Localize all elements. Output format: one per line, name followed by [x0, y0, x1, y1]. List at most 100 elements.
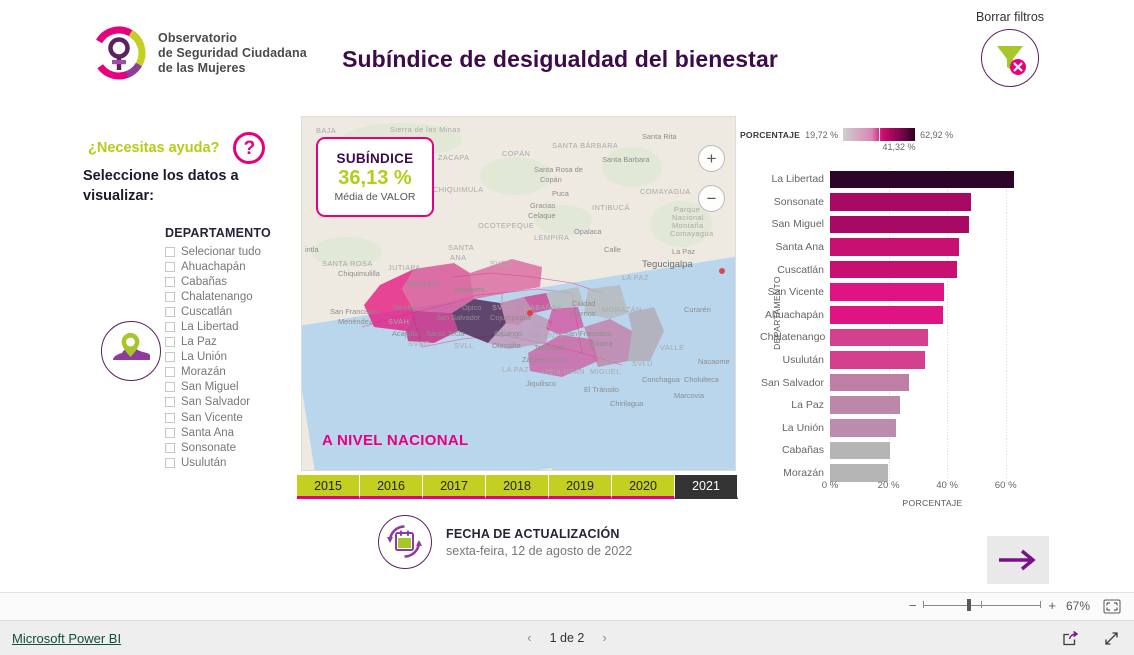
next-page-button-footer[interactable]: › — [602, 630, 606, 645]
department-item[interactable]: Morazán — [165, 365, 290, 380]
checkbox-icon[interactable] — [165, 306, 175, 317]
help-question-icon[interactable]: ? — [233, 132, 266, 164]
map-zoom-in-button[interactable]: + — [698, 145, 725, 172]
department-item-label: Santa Ana — [181, 426, 235, 439]
chart-bar[interactable] — [830, 283, 945, 301]
chart-bar-row[interactable]: Usulután — [760, 348, 1035, 372]
chart-bar[interactable] — [830, 306, 944, 324]
chart-x-tick: 20 % — [877, 480, 900, 491]
chart-bar-row[interactable]: Chalatenango — [760, 326, 1035, 349]
checkbox-icon[interactable] — [165, 427, 175, 438]
department-item[interactable]: Ahuachapán — [165, 259, 290, 274]
department-item[interactable]: La Paz — [165, 335, 290, 350]
map-label: Olocuilta — [492, 341, 521, 350]
department-item[interactable]: San Miguel — [165, 380, 290, 395]
chart-bar-row[interactable]: La Unión — [760, 416, 1035, 440]
department-item[interactable]: La Unión — [165, 350, 290, 365]
checkbox-icon[interactable] — [165, 337, 175, 348]
chart-bar[interactable] — [830, 396, 900, 414]
department-item[interactable]: Cuscatlán — [165, 304, 290, 319]
checkbox-icon[interactable] — [165, 291, 175, 302]
checkbox-icon[interactable] — [165, 322, 175, 333]
department-item[interactable]: Sonsonate — [165, 440, 290, 455]
department-item[interactable]: La Libertad — [165, 319, 290, 334]
chart-bar-row[interactable]: La Libertad — [760, 168, 1035, 191]
chart-bar-rows[interactable]: La Libertad Sonsonate San Miguel Santa Ana C… — [760, 168, 1035, 485]
chart-bar[interactable] — [830, 193, 972, 211]
zoom-in-button[interactable]: + — [1048, 599, 1056, 612]
chart-bar[interactable] — [830, 328, 929, 347]
year-tab-2020[interactable]: 2020 — [612, 475, 675, 499]
checkbox-icon[interactable] — [165, 397, 175, 408]
map-zoom-out-button[interactable]: − — [698, 185, 725, 212]
chart-bar-row[interactable]: San Miguel — [760, 213, 1035, 236]
checkbox-icon[interactable] — [165, 442, 175, 453]
percentage-bar-chart[interactable]: PORCENTAJE 19,72 % 62,92 % 41,32 % DEPAR… — [740, 128, 1035, 518]
next-page-button[interactable] — [987, 536, 1049, 584]
checkbox-icon[interactable] — [165, 412, 175, 423]
chart-bar-row[interactable]: San Salvador — [760, 371, 1035, 394]
year-tab-2016[interactable]: 2016 — [360, 475, 423, 499]
fullscreen-button[interactable] — [1103, 630, 1120, 652]
fit-to-page-button[interactable] — [1103, 599, 1121, 619]
department-item[interactable]: Selecionar tudo — [165, 244, 290, 259]
clear-filters-control[interactable]: Borrar filtros — [955, 10, 1065, 87]
year-tab-2017[interactable]: 2017 — [423, 475, 486, 499]
checkbox-icon[interactable] — [165, 246, 175, 257]
chart-bar[interactable] — [830, 351, 926, 369]
department-item-label: San Salvador — [181, 396, 251, 409]
chart-bar[interactable] — [830, 441, 891, 460]
chart-bar[interactable] — [830, 260, 957, 279]
year-tab-2018[interactable]: 2018 — [486, 475, 549, 499]
fullscreen-icon — [1105, 632, 1118, 645]
chart-category-label: Chalatenango — [760, 331, 826, 344]
footer-action-icons[interactable] — [1062, 630, 1120, 652]
year-tab-2015[interactable]: 2015 — [297, 475, 360, 499]
department-item[interactable]: San Salvador — [165, 395, 290, 410]
checkbox-icon[interactable] — [165, 367, 175, 378]
chart-bar[interactable] — [830, 373, 910, 392]
chart-bar[interactable] — [830, 238, 960, 256]
chart-bar-track — [830, 213, 1035, 236]
chart-bar[interactable] — [830, 215, 970, 234]
department-item[interactable]: San Vicente — [165, 410, 290, 425]
chart-bar-row[interactable]: Ahuachapán — [760, 303, 1035, 327]
zoom-out-button[interactable]: − — [909, 599, 917, 612]
clear-filters-button[interactable] — [981, 29, 1039, 87]
chart-bar-track — [830, 416, 1035, 440]
department-checkbox-list[interactable]: Selecionar tudo Ahuachapán Cabañas Chalaten… — [165, 244, 290, 470]
department-item[interactable]: Chalatenango — [165, 289, 290, 304]
map-label: Calle — [604, 245, 621, 254]
department-item[interactable]: Santa Ana — [165, 425, 290, 440]
checkbox-icon[interactable] — [165, 382, 175, 393]
year-slicer[interactable]: 2015 2016 2017 2018 2019 2020 2021 — [297, 475, 738, 499]
page-navigation[interactable]: ‹ 1 de 2 › — [527, 630, 606, 645]
help-control[interactable]: ¿Necesitas ayuda? ? — [88, 132, 266, 164]
share-button[interactable] — [1062, 630, 1079, 652]
chart-bar-row[interactable]: Cabañas — [760, 439, 1035, 462]
checkbox-icon[interactable] — [165, 352, 175, 363]
power-bi-link[interactable]: Microsoft Power BI — [12, 631, 121, 646]
zoom-control[interactable]: − + — [909, 597, 1056, 613]
zoom-slider-handle[interactable] — [967, 599, 972, 611]
chart-bar[interactable] — [830, 419, 897, 437]
chart-bar[interactable] — [830, 170, 1015, 188]
department-item[interactable]: Usulután — [165, 455, 290, 470]
chart-bar-row[interactable]: San Vicente — [760, 280, 1035, 304]
chart-bar-row[interactable]: Santa Ana — [760, 235, 1035, 259]
department-item-label: La Unión — [181, 351, 228, 364]
previous-page-button[interactable]: ‹ — [527, 630, 531, 645]
year-tab-2019[interactable]: 2019 — [549, 475, 612, 499]
year-tab-2021[interactable]: 2021 — [675, 475, 738, 499]
checkbox-icon[interactable] — [165, 261, 175, 272]
department-item[interactable]: Cabañas — [165, 274, 290, 289]
map-visual[interactable]: BAJA Sierra de las Minas ZACAPA COPÁN SANTA … — [301, 116, 736, 471]
checkbox-icon[interactable] — [165, 276, 175, 287]
chart-bar-row[interactable]: La Paz — [760, 393, 1035, 417]
chart-bar-row[interactable]: Cuscatlán — [760, 258, 1035, 281]
department-slicer[interactable]: DEPARTAMENTO Selecionar tudo Ahuachapán Ca… — [165, 226, 290, 470]
share-icon — [1063, 630, 1079, 646]
zoom-slider[interactable] — [923, 597, 1042, 613]
checkbox-icon[interactable] — [165, 457, 175, 468]
chart-bar-row[interactable]: Sonsonate — [760, 190, 1035, 214]
